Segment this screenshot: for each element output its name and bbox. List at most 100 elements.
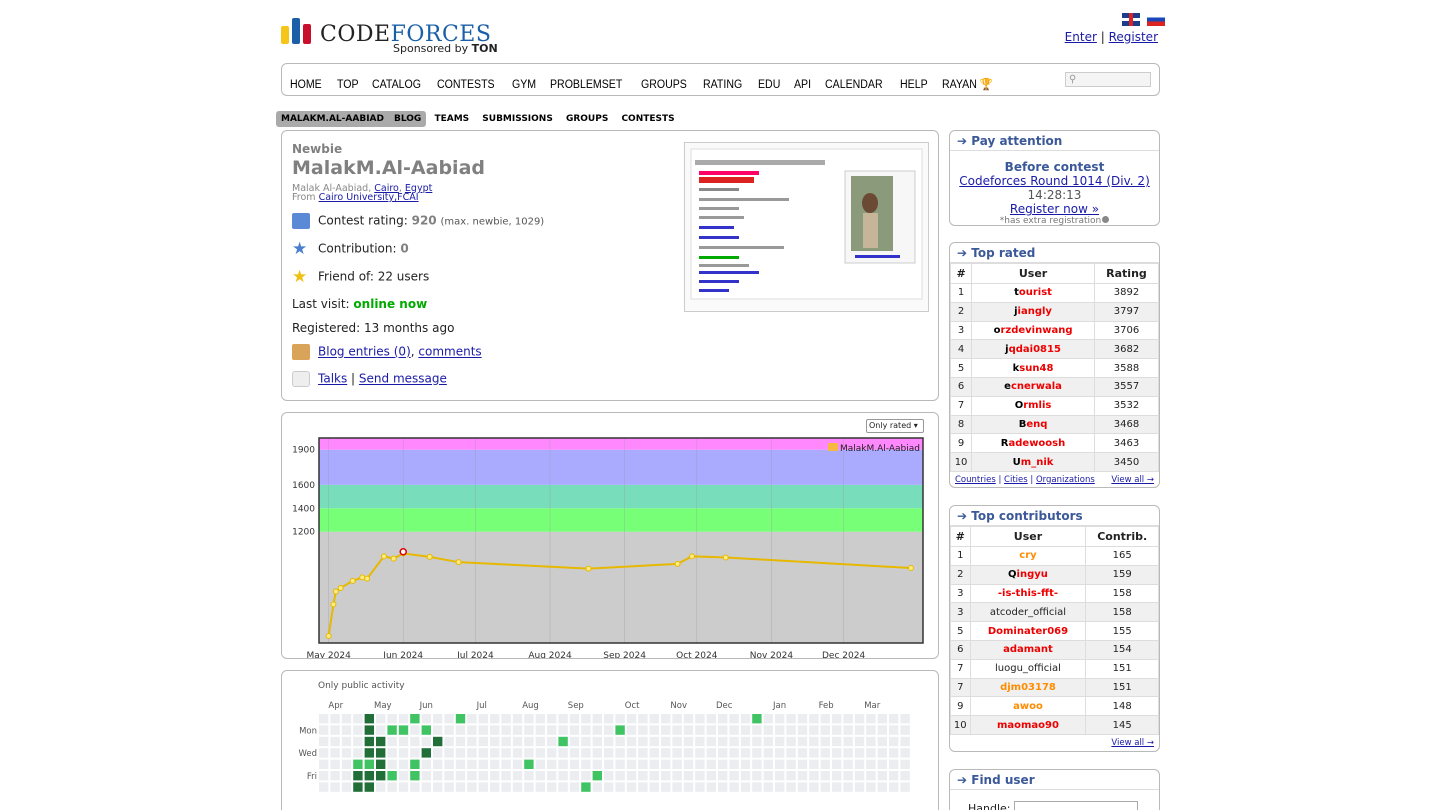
logo-icon[interactable] <box>281 18 313 44</box>
user-cell[interactable]: orzdevinwang <box>971 320 1095 341</box>
cities-link[interactable]: Cities <box>1004 475 1028 485</box>
countdown: 14:28:13 <box>1027 188 1082 202</box>
send-message-link[interactable]: Send message <box>359 372 447 386</box>
english-flag-icon[interactable] <box>1122 13 1140 26</box>
x-tick-label: Sep 2024 <box>603 651 646 658</box>
menu-calendar[interactable]: CALENDAR <box>825 79 883 91</box>
activity-cell <box>797 725 808 735</box>
user-cell[interactable]: ecnerwala <box>971 376 1095 397</box>
rank-cell: 10 <box>949 452 973 472</box>
activity-cell <box>330 748 340 758</box>
menu-help[interactable]: HELP <box>900 79 928 91</box>
table-row: 4 jqdai0815 3682 <box>949 339 1160 360</box>
activity-cell <box>490 714 500 724</box>
menu-rating[interactable]: RATING <box>703 79 742 91</box>
comments-link[interactable]: comments <box>418 345 481 359</box>
tab-blog[interactable]: BLOG <box>388 111 427 127</box>
blog-entries-link[interactable]: Blog entries (0) <box>318 345 411 359</box>
activity-cell <box>706 782 716 792</box>
activity-cell <box>820 771 830 781</box>
activity-cell <box>353 759 363 769</box>
register-now-link[interactable]: Register now » <box>1010 202 1099 216</box>
month-label: Sep <box>568 701 584 711</box>
user-cell[interactable]: atcoder_official <box>969 602 1087 623</box>
menu-problemset[interactable]: PROBLEMSET <box>550 79 622 91</box>
menu-rayan[interactable]: RAYAN 🏆 <box>942 77 993 91</box>
activity-cell <box>490 725 500 735</box>
activity-cell <box>421 782 431 792</box>
menu-api[interactable]: API <box>794 79 811 91</box>
menu-edu[interactable]: EDU <box>758 79 780 91</box>
activity-cell <box>615 714 625 724</box>
activity-cell <box>775 736 785 747</box>
activity-cell <box>877 714 887 724</box>
user-cell[interactable]: maomao90 <box>969 715 1087 735</box>
tab-contests[interactable]: CONTESTS <box>616 111 679 127</box>
view-all-rated-link[interactable]: View all → <box>1111 475 1154 485</box>
register-link[interactable]: Register <box>1109 30 1158 44</box>
rating-point <box>325 632 332 639</box>
activity-cell <box>604 771 614 781</box>
organization-link[interactable]: Cairo University,FCAI <box>319 192 419 203</box>
activity-cell <box>706 736 716 747</box>
activity-cell <box>364 714 374 724</box>
activity-cell <box>718 736 728 747</box>
user-cell[interactable]: Qingyu <box>969 564 1087 585</box>
table-row: 6 ecnerwala 3557 <box>949 376 1160 397</box>
menu-gym[interactable]: GYM <box>512 79 536 91</box>
activity-cell <box>626 771 637 781</box>
user-cell[interactable]: Um_nik <box>971 452 1095 472</box>
enter-link[interactable]: Enter <box>1065 30 1097 44</box>
user-cell[interactable]: cry <box>969 546 1087 566</box>
user-cell[interactable]: djm03178 <box>969 677 1087 698</box>
user-cell[interactable]: adamant <box>969 639 1087 660</box>
menu-home[interactable]: HOME <box>290 79 322 91</box>
user-cell[interactable]: jiangly <box>971 301 1095 322</box>
user-cell[interactable]: Dominater069 <box>969 621 1087 641</box>
activity-cell <box>398 782 409 792</box>
user-cell[interactable]: tourist <box>971 283 1095 303</box>
activity-cell <box>341 782 352 792</box>
menu-top[interactable]: TOP <box>337 79 359 91</box>
view-all-contributors-link[interactable]: View all → <box>1111 738 1154 748</box>
rating-point <box>426 553 433 560</box>
user-cell[interactable]: jqdai0815 <box>971 339 1095 360</box>
activity-cell <box>740 771 751 781</box>
table-row: 3 -is-this-fft- 158 <box>950 583 1159 604</box>
user-cell[interactable]: Ormlis <box>971 395 1095 416</box>
russian-flag-icon[interactable] <box>1147 13 1166 26</box>
tab-submissions[interactable]: SUBMISSIONS <box>477 111 558 127</box>
tab-profile[interactable]: MALAKM.AL-AABIAD <box>276 111 389 127</box>
pay-attention-box: ➔ Pay attention Before contest Codeforce… <box>949 130 1160 226</box>
tab-groups[interactable]: GROUPS <box>561 111 613 127</box>
user-cell[interactable]: Benq <box>971 414 1095 435</box>
search-input[interactable]: ⚲ <box>1065 72 1151 87</box>
menu-catalog[interactable]: CATALOG <box>372 79 421 91</box>
activity-cell <box>740 714 751 724</box>
countries-link[interactable]: Countries <box>955 475 996 485</box>
extra-registration-note: *has extra registration <box>950 216 1159 226</box>
help-icon[interactable] <box>1102 216 1110 223</box>
activity-cell <box>854 714 865 724</box>
menu-contests[interactable]: CONTESTS <box>437 79 495 91</box>
rating-chart[interactable]: May 2024 Jun 2024 Jul 2024 Aug 2024 Sep 2024… <box>282 413 938 658</box>
activity-cell <box>809 725 819 735</box>
user-handle[interactable]: MalakM.Al-Aabiad <box>292 157 485 179</box>
x-tick-label: Dec 2024 <box>822 651 865 658</box>
talks-link[interactable]: Talks <box>318 372 347 386</box>
user-cell[interactable]: -is-this-fft- <box>969 583 1087 604</box>
tab-teams[interactable]: TEAMS <box>429 111 474 127</box>
weekday-label: Wed <box>298 749 317 759</box>
menu-groups[interactable]: GROUPS <box>641 79 687 91</box>
handle-input[interactable] <box>1014 801 1138 810</box>
organizations-link[interactable]: Organizations <box>1036 475 1095 485</box>
contest-link[interactable]: Codeforces Round 1014 (Div. 2) <box>959 174 1150 188</box>
user-cell[interactable]: ksun48 <box>971 358 1095 378</box>
rank-cell: 9 <box>950 696 971 717</box>
user-cell[interactable]: awoo <box>969 696 1087 717</box>
rank-cell: 1 <box>950 546 971 566</box>
user-cell[interactable]: luogu_official <box>969 658 1087 679</box>
activity-cell <box>775 771 785 781</box>
user-cell[interactable]: Radewoosh <box>971 433 1095 454</box>
activity-cell <box>341 714 352 724</box>
